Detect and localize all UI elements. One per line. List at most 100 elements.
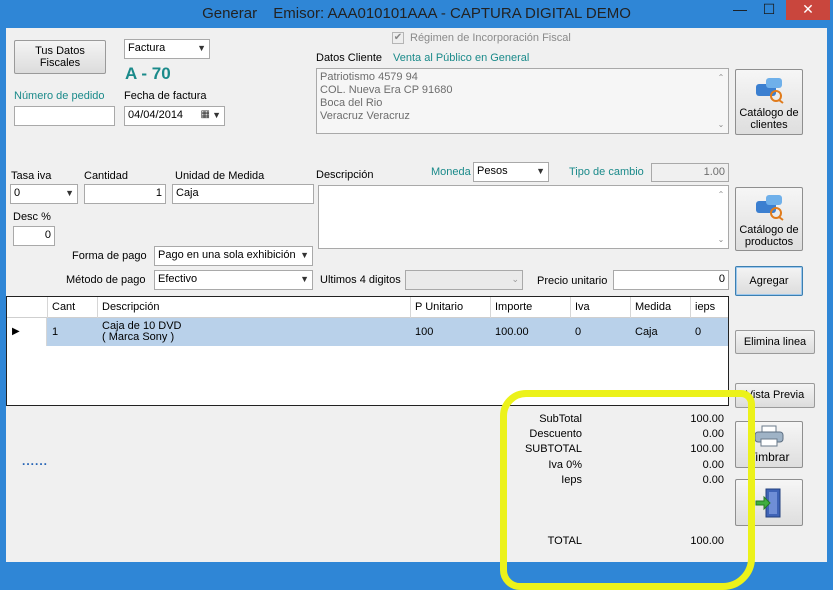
- precio-unitario-input[interactable]: 0: [613, 270, 729, 290]
- elimina-linea-button[interactable]: Elimina linea: [735, 330, 815, 354]
- minimize-button[interactable]: —: [726, 0, 754, 20]
- regimen-label: Régimen de Incorporación Fiscal: [410, 32, 571, 44]
- cliente-address-box[interactable]: Patriotismo 4579 94 COL. Nueva Era CP 91…: [316, 68, 729, 134]
- desc-percent-input[interactable]: 0: [13, 226, 55, 246]
- descripcion-textarea[interactable]: ⌃ ⌄: [318, 185, 729, 249]
- agregar-button[interactable]: Agregar: [735, 266, 803, 296]
- chevron-up-icon: ⌃: [717, 190, 725, 199]
- catalogo-clientes-button[interactable]: Catálogo de clientes: [735, 69, 803, 135]
- cell-ieps: 0: [695, 326, 702, 338]
- regimen-checkbox[interactable]: ✔: [392, 32, 404, 44]
- items-table[interactable]: Cant Descripción P Unitario Importe Iva …: [6, 296, 729, 406]
- folio-label: A - 70: [125, 64, 171, 83]
- numero-pedido-label: Número de pedido: [14, 90, 105, 102]
- tasa-iva-select[interactable]: 0 ▼: [10, 184, 78, 204]
- cell-medida: Caja: [635, 326, 658, 338]
- column-header[interactable]: Iva: [571, 297, 631, 318]
- calendar-icon: ▦: [200, 109, 210, 120]
- column-header[interactable]: ieps: [691, 297, 728, 318]
- chevron-down-icon: ▼: [212, 110, 221, 120]
- chevron-up-icon: ⌃: [717, 73, 725, 82]
- cliente-name: Venta al Público en General: [393, 52, 530, 64]
- descripcion-scrollbar[interactable]: ⌃ ⌄: [714, 186, 728, 248]
- total-label: TOTAL: [547, 535, 582, 547]
- tasa-iva-value: 0: [14, 187, 21, 199]
- exit-button[interactable]: [735, 479, 803, 526]
- tasa-iva-label: Tasa iva: [11, 170, 52, 182]
- catalogo-clientes-label: Catálogo de clientes: [739, 107, 799, 131]
- address-line: Patriotismo 4579 94: [320, 71, 418, 83]
- cell-cant: 1: [52, 326, 59, 338]
- vista-previa-button[interactable]: Vista Previa: [735, 383, 815, 408]
- total-value: 100.00: [690, 535, 724, 547]
- row-pointer-icon: ▶: [12, 326, 20, 337]
- iva-total-value: 0.00: [702, 459, 724, 471]
- row-selector[interactable]: ▶: [7, 318, 47, 346]
- cantidad-input[interactable]: 1: [84, 184, 166, 204]
- tipo-cambio-input[interactable]: 1.00: [651, 163, 729, 182]
- column-header[interactable]: Descripción: [98, 297, 411, 318]
- main-form: Tus Datos Fiscales Factura ▼ A - 70 Núme…: [6, 28, 827, 590]
- metodo-pago-value: Efectivo: [158, 273, 198, 285]
- printer-icon: [754, 425, 784, 447]
- catalogo-productos-label: Catálogo de productos: [739, 224, 799, 248]
- chevron-down-icon: ▼: [300, 250, 309, 260]
- column-header[interactable]: Cant: [48, 297, 98, 318]
- ultimos4-select[interactable]: ⌄: [405, 270, 523, 290]
- descuento-label: Descuento: [529, 428, 582, 440]
- address-line: COL. Nueva Era CP 91680: [320, 84, 453, 96]
- chevron-down-icon: ⌄: [717, 120, 725, 129]
- desc-percent-label: Desc %: [13, 211, 51, 223]
- doc-type-select[interactable]: Factura ▼: [124, 39, 210, 59]
- address-scrollbar[interactable]: ⌃ ⌄: [714, 69, 728, 133]
- forma-pago-select[interactable]: Pago en una sola exhibición ▼: [154, 246, 313, 266]
- fecha-factura-label: Fecha de factura: [124, 90, 207, 102]
- window-emisor-text: Emisor: AAA010101AAA - CAPTURA DIGITAL D…: [273, 5, 631, 22]
- catalogo-productos-button[interactable]: Catálogo de productos: [735, 187, 803, 251]
- column-header[interactable]: Importe: [491, 297, 571, 318]
- ieps-total-value: 0.00: [702, 474, 724, 486]
- maximize-button[interactable]: ☐: [755, 0, 783, 20]
- close-button[interactable]: ✕: [786, 0, 830, 20]
- cell-descripcion-line2: ( Marca Sony ): [102, 331, 175, 343]
- subtotal-label: SubTotal: [539, 413, 582, 425]
- cell-p-unitario: 100: [415, 326, 434, 338]
- datos-cliente-label: Datos Cliente: [316, 52, 383, 64]
- products-catalog-icon: [756, 195, 784, 221]
- metodo-pago-select[interactable]: Efectivo ▼: [154, 270, 313, 290]
- tus-datos-fiscales-button[interactable]: Tus Datos Fiscales: [14, 40, 106, 74]
- moneda-select[interactable]: Pesos ▼: [473, 162, 549, 182]
- subtotal2-value: 100.00: [690, 443, 724, 455]
- chevron-down-icon: ▼: [197, 43, 206, 53]
- cantidad-label: Cantidad: [84, 170, 129, 182]
- column-header[interactable]: Medida: [631, 297, 691, 318]
- exit-door-icon: [755, 488, 781, 518]
- metodo-pago-label: Método de pago: [66, 274, 146, 286]
- cell-descripcion: Caja de 10 DVD ( Marca Sony ): [98, 318, 182, 346]
- subtotal-value: 100.00: [690, 413, 724, 425]
- column-header[interactable]: P Unitario: [411, 297, 491, 318]
- chevron-down-icon: ▼: [300, 274, 309, 284]
- descuento-value: 0.00: [702, 428, 724, 440]
- chevron-down-icon: ⌄: [717, 235, 725, 244]
- unidad-medida-input[interactable]: Caja: [172, 184, 314, 204]
- table-header: Cant Descripción P Unitario Importe Iva …: [7, 297, 728, 318]
- tipo-cambio-label: Tipo de cambio: [569, 166, 644, 178]
- timbrar-button[interactable]: Timbrar: [735, 421, 803, 468]
- table-row[interactable]: ▶ 1 Caja de 10 DVD ( Marca Sony ) 100 10…: [7, 318, 728, 346]
- moneda-value: Pesos: [477, 165, 508, 177]
- chevron-down-icon: ⌄: [511, 274, 519, 284]
- fecha-factura-picker[interactable]: 04/04/2014 ▦ ▼: [124, 106, 225, 126]
- ultimos4-label: Ultimos 4 digitos: [320, 274, 401, 286]
- window-title-text: Generar: [202, 5, 258, 22]
- dots-indicator: ......: [22, 454, 49, 468]
- forma-pago-value: Pago en una sola exhibición: [158, 249, 296, 261]
- precio-unitario-label: Precio unitario: [537, 275, 608, 287]
- cell-importe: 100.00: [495, 326, 529, 338]
- subtotal2-label: SUBTOTAL: [524, 443, 582, 455]
- numero-pedido-input[interactable]: [14, 106, 115, 126]
- fecha-factura-value: 04/04/2014: [128, 109, 184, 121]
- chevron-down-icon: ▼: [536, 166, 545, 176]
- forma-pago-label: Forma de pago: [72, 250, 147, 262]
- ieps-total-label: Ieps: [561, 474, 582, 486]
